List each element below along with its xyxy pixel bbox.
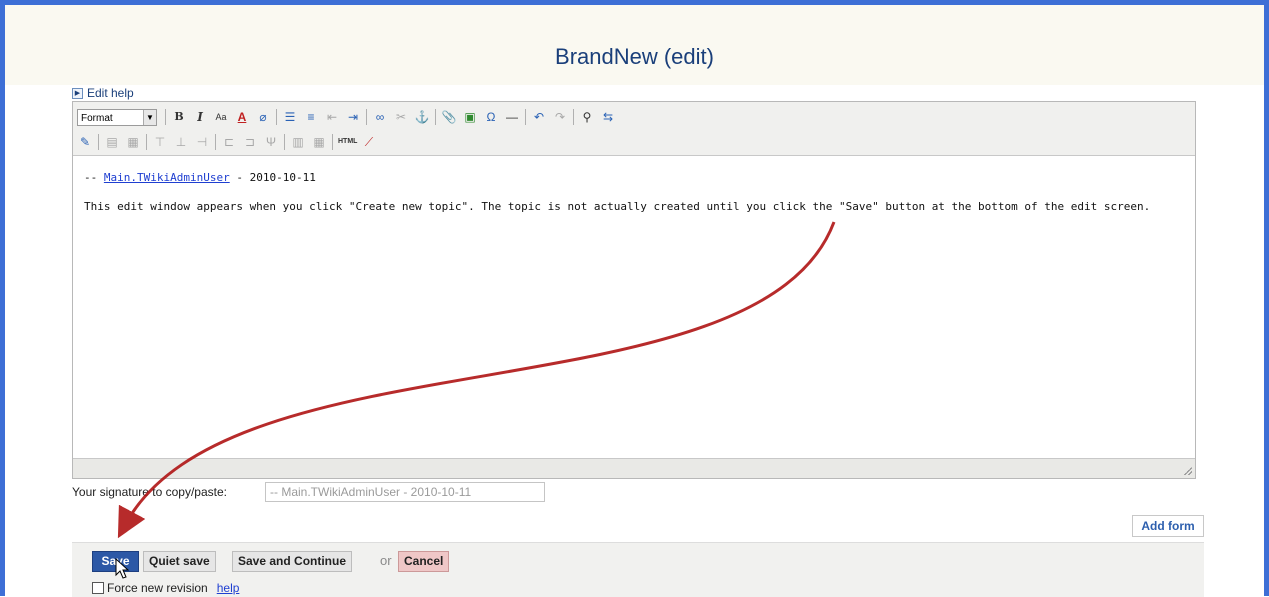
signature-prefix: -- [84, 171, 104, 184]
table-grid-icon[interactable]: ▦ [311, 134, 327, 150]
table-props-icon[interactable]: ▦ [125, 134, 141, 150]
signature-line: -- Main.TWikiAdminUser - 2010-10-11 [84, 171, 316, 184]
signature-date: - 2010-10-11 [229, 171, 316, 184]
bullet-list-icon[interactable]: ☰ [282, 109, 298, 125]
html-icon[interactable]: HTML [338, 134, 357, 150]
toolbar-row-2: ✎ ▤ ▦ ⊤ ⊥ ⊣ ⊏ ⊐ Ψ ▥ ▦ HTML ⟋ [77, 132, 377, 152]
quiet-save-button[interactable]: Quiet save [143, 551, 216, 572]
signature-field[interactable]: -- Main.TWikiAdminUser - 2010-10-11 [265, 482, 545, 502]
toolbar-separator [573, 109, 574, 125]
edit-help-label: Edit help [87, 86, 134, 100]
action-bar: Save Quiet save Save and Continue or Can… [72, 542, 1204, 597]
chevron-down-icon: ▼ [143, 109, 156, 125]
format-select[interactable]: Format ▼ [77, 108, 157, 126]
undo-icon[interactable]: ↶ [531, 109, 547, 125]
editor-content[interactable]: -- Main.TWikiAdminUser - 2010-10-11 This… [73, 156, 1195, 458]
special-char-icon[interactable]: Ω [483, 109, 499, 125]
wysiwyg-editor: Format ▼ B I Aa A ⌀ ☰ ≡ ⇤ ⇥ ∞ ✂ ⚓ 📎 ▣ Ω … [72, 101, 1196, 479]
attachment-icon[interactable]: 📎 [441, 109, 457, 125]
toolbar-row-1: Format ▼ B I Aa A ⌀ ☰ ≡ ⇤ ⇥ ∞ ✂ ⚓ 📎 ▣ Ω … [77, 107, 616, 127]
anchor-icon[interactable]: ⚓ [414, 109, 430, 125]
user-link[interactable]: Main.TWikiAdminUser [104, 171, 230, 184]
toolbar-separator [165, 109, 166, 125]
text-color-icon[interactable]: A [234, 109, 250, 125]
delete-row-icon[interactable]: ⊥ [173, 134, 189, 150]
force-revision-row: Force new revision help [92, 581, 239, 595]
numbered-list-icon[interactable]: ≡ [303, 109, 319, 125]
table-icon[interactable]: ▤ [104, 134, 120, 150]
link-icon[interactable]: ∞ [372, 109, 388, 125]
save-continue-button[interactable]: Save and Continue [232, 551, 353, 572]
split-cells-icon[interactable]: ⊐ [242, 134, 258, 150]
font-size-icon[interactable]: Aa [213, 109, 229, 125]
cancel-button[interactable]: Cancel [398, 551, 450, 572]
format-select-label: Format [81, 112, 113, 124]
toolbar-separator [435, 109, 436, 125]
horizontal-rule-icon[interactable]: — [504, 109, 520, 125]
editor-statusbar [73, 458, 1195, 478]
image-icon[interactable]: ▣ [462, 109, 478, 125]
merge-cells-icon[interactable]: ⊏ [221, 134, 237, 150]
toolbar-separator [366, 109, 367, 125]
edit-source-icon[interactable]: ✎ [77, 134, 93, 150]
remove-format-icon[interactable]: ⌀ [255, 109, 271, 125]
find-replace-icon[interactable]: ⚲ [579, 109, 595, 125]
insert-row-icon[interactable]: ⊤ [152, 134, 168, 150]
body-text: This edit window appears when you click … [84, 200, 1151, 213]
toolbar-separator [215, 134, 216, 150]
outdent-icon[interactable]: ⇤ [324, 109, 340, 125]
force-revision-label: Force new revision [107, 581, 208, 595]
replace-icon[interactable]: ⇆ [600, 109, 616, 125]
toolbar-separator [146, 134, 147, 150]
toolbar-separator [284, 134, 285, 150]
mouse-pointer-icon [115, 558, 130, 579]
expand-triangle-icon: ▶ [72, 87, 83, 99]
editor-toolbar: Format ▼ B I Aa A ⌀ ☰ ≡ ⇤ ⇥ ∞ ✂ ⚓ 📎 ▣ Ω … [73, 102, 1195, 156]
edit-help-toggle[interactable]: ▶ Edit help [72, 86, 134, 100]
force-revision-checkbox[interactable] [92, 582, 104, 594]
tml-mode-icon[interactable]: ⟋ [361, 134, 377, 150]
add-form-button[interactable]: Add form [1132, 515, 1204, 537]
resize-grip-icon[interactable] [1182, 465, 1192, 475]
toolbar-separator [525, 109, 526, 125]
indent-icon[interactable]: ⇥ [345, 109, 361, 125]
italic-icon[interactable]: I [192, 109, 208, 125]
toolbar-separator [98, 134, 99, 150]
bold-icon[interactable]: B [171, 109, 187, 125]
toolbar-separator [332, 134, 333, 150]
signature-label: Your signature to copy/paste: [72, 485, 227, 499]
insert-column-icon[interactable]: ⊣ [194, 134, 210, 150]
table-cell-icon[interactable]: ▥ [290, 134, 306, 150]
redo-icon[interactable]: ↷ [552, 109, 568, 125]
help-link[interactable]: help [217, 581, 240, 595]
unlink-icon[interactable]: ✂ [393, 109, 409, 125]
or-separator: or [380, 553, 392, 568]
table-cell-icon[interactable]: Ψ [263, 134, 279, 150]
page-title: BrandNew (edit) [555, 44, 714, 69]
toolbar-separator [276, 109, 277, 125]
